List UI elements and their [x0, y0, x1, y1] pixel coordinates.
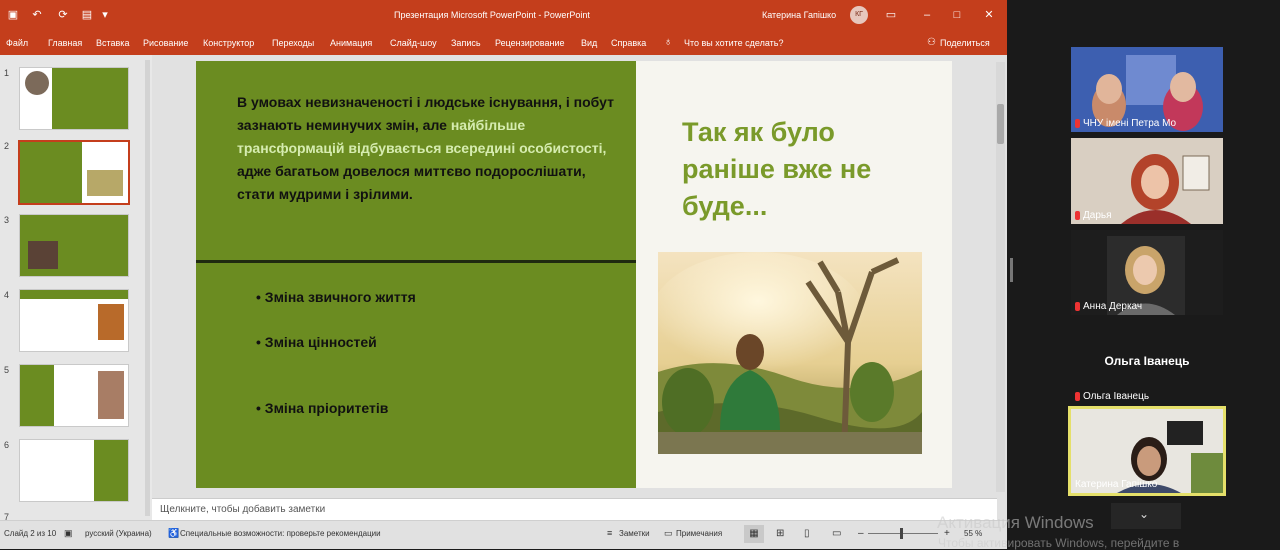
- notes-pane[interactable]: Щелкните, чтобы добавить заметки: [152, 498, 997, 521]
- participant-tile-active-speaker[interactable]: Катерина Гапішко: [1068, 406, 1226, 496]
- chevron-down-icon: ⌄: [1139, 507, 1150, 521]
- normal-view-icon[interactable]: ▦: [744, 525, 764, 543]
- participant-name: Ольга Іванець: [1075, 391, 1149, 402]
- user-avatar[interactable]: КГ: [850, 6, 868, 24]
- slide-body-text[interactable]: В умовах невизначеності і людське існува…: [237, 91, 617, 206]
- comments-icon: ▭: [664, 528, 673, 538]
- participant-tile[interactable]: ЧНУ імені Петра Мо: [1071, 47, 1223, 132]
- slide-thumbnail-4[interactable]: [19, 289, 129, 352]
- slide-counter: Слайд 2 из 10: [4, 529, 57, 538]
- notes-button[interactable]: Заметки: [619, 529, 650, 538]
- tab-file[interactable]: Файл: [6, 38, 28, 48]
- thumb-number: 2: [4, 141, 10, 151]
- tab-record[interactable]: Запись: [451, 38, 481, 48]
- zoom-slider-thumb[interactable]: [900, 528, 903, 539]
- slide-thumbnail-5[interactable]: [19, 364, 129, 427]
- slide-thumbnail-6[interactable]: [19, 439, 129, 502]
- language-indicator[interactable]: русский (Украина): [85, 529, 152, 538]
- participant-name: Катерина Гапішко: [1075, 479, 1158, 490]
- thumb-number: 1: [4, 68, 10, 78]
- slide-thumbnail-2[interactable]: [18, 140, 130, 205]
- powerpoint-window: ▣ ↶ ⟳ ▤ ▾ Презентация Microsoft PowerPoi…: [0, 0, 1007, 549]
- thumbnails-scrollbar[interactable]: [145, 60, 150, 516]
- participant-name: Дарья: [1075, 210, 1112, 221]
- windows-activation-hint: Чтобы активировать Windows, перейдите в: [938, 536, 1180, 550]
- editor-scrollbar-thumb[interactable]: [997, 104, 1004, 144]
- tab-view[interactable]: Вид: [581, 38, 597, 48]
- close-icon[interactable]: ✕: [982, 8, 996, 22]
- gallery-more-button[interactable]: ⌄: [1111, 503, 1181, 529]
- lightbulb-icon: ♁: [664, 36, 673, 48]
- accessibility-icon[interactable]: ♿: [168, 528, 179, 539]
- share-icon: ⚇: [927, 37, 936, 48]
- undo-icon[interactable]: ↶: [30, 8, 44, 22]
- slide-bullet[interactable]: • Зміна звичного життя: [256, 289, 416, 305]
- body-text-part-1: В умовах невизначеності і людське існува…: [237, 94, 614, 133]
- slide-bullet[interactable]: • Зміна пріоритетів: [256, 400, 388, 416]
- current-slide[interactable]: В умовах невизначеності і людське існува…: [196, 61, 952, 488]
- participant-avatar-name: Ольга Іванець: [1104, 354, 1190, 368]
- gallery-splitter[interactable]: [1010, 258, 1013, 282]
- minimize-icon[interactable]: –: [920, 8, 934, 22]
- spelling-icon[interactable]: ▣: [64, 528, 73, 539]
- tab-slideshow[interactable]: Слайд-шоу: [390, 38, 437, 48]
- slide-thumbnail-1[interactable]: [19, 67, 129, 130]
- thumb-number: 4: [4, 290, 10, 300]
- slide-heading[interactable]: Так як було раніше вже не буде...: [682, 114, 932, 225]
- participant-tile[interactable]: Анна Деркач: [1071, 230, 1223, 315]
- user-name[interactable]: Катерина Гапішко: [762, 10, 836, 20]
- zoom-slider[interactable]: [868, 533, 938, 534]
- title-bar: ▣ ↶ ⟳ ▤ ▾ Презентация Microsoft PowerPoi…: [0, 0, 1007, 31]
- tab-review[interactable]: Рецензирование: [495, 38, 565, 48]
- photo-illustration: [658, 252, 922, 454]
- zoom-out-icon[interactable]: –: [858, 528, 864, 539]
- comments-button[interactable]: Примечания: [676, 529, 722, 538]
- thumb-number: 3: [4, 215, 10, 225]
- participant-tile[interactable]: Ольга Іванець Ольга Іванець: [1071, 320, 1223, 405]
- ribbon-tabs: Файл Главная Вставка Рисование Конструкт…: [0, 31, 1007, 55]
- slide-photo-woman-under-tree[interactable]: [658, 252, 922, 454]
- notes-icon: ≡: [607, 528, 613, 538]
- tab-home[interactable]: Главная: [48, 38, 82, 48]
- maximize-icon[interactable]: □: [950, 8, 964, 22]
- tab-design[interactable]: Конструктор: [203, 38, 254, 48]
- slideshow-view-icon[interactable]: ▭: [832, 528, 841, 539]
- windows-activation-watermark: Активация Windows: [937, 513, 1094, 532]
- participant-tile[interactable]: Дарья: [1071, 138, 1223, 224]
- tab-animations[interactable]: Анимация: [330, 38, 372, 48]
- save-icon[interactable]: ▣: [6, 8, 20, 22]
- thumb-number: 5: [4, 365, 10, 375]
- tell-me-search[interactable]: Что вы хотите сделать?: [684, 38, 784, 48]
- accessibility-status[interactable]: Специальные возможности: проверьте реком…: [180, 529, 381, 538]
- notes-placeholder: Щелкните, чтобы добавить заметки: [160, 504, 326, 515]
- thumb-number: 6: [4, 440, 10, 450]
- mic-muted-icon: [1075, 119, 1080, 128]
- tab-draw[interactable]: Рисование: [143, 38, 188, 48]
- quick-access-dropdown-icon[interactable]: ▾: [98, 8, 112, 22]
- slide-sorter-icon[interactable]: ⊞: [776, 528, 784, 539]
- participant-name: Анна Деркач: [1075, 301, 1142, 312]
- tab-transitions[interactable]: Переходы: [272, 38, 314, 48]
- mic-muted-icon: [1075, 392, 1080, 401]
- window-title: Презентация Microsoft PowerPoint - Power…: [394, 10, 590, 20]
- tab-insert[interactable]: Вставка: [96, 38, 129, 48]
- ribbon-display-icon[interactable]: ▭: [884, 8, 898, 22]
- mic-muted-icon: [1075, 211, 1080, 220]
- share-button[interactable]: Поделиться: [940, 38, 990, 48]
- reading-view-icon[interactable]: ▯: [804, 528, 810, 539]
- slide-thumbnail-3[interactable]: [19, 214, 129, 277]
- slideshow-icon[interactable]: ▤: [80, 8, 94, 22]
- redo-icon[interactable]: ⟳: [56, 8, 70, 22]
- participant-name: ЧНУ імені Петра Мо: [1075, 118, 1176, 129]
- slide-bullet[interactable]: • Зміна цінностей: [256, 334, 377, 350]
- body-text-part-2: адже багатьом довелося миттєво подорослі…: [237, 163, 586, 202]
- mic-muted-icon: [1075, 302, 1080, 311]
- status-bar: Слайд 2 из 10 ▣ русский (Украина) ♿ Спец…: [0, 520, 1007, 549]
- tab-help[interactable]: Справка: [611, 38, 646, 48]
